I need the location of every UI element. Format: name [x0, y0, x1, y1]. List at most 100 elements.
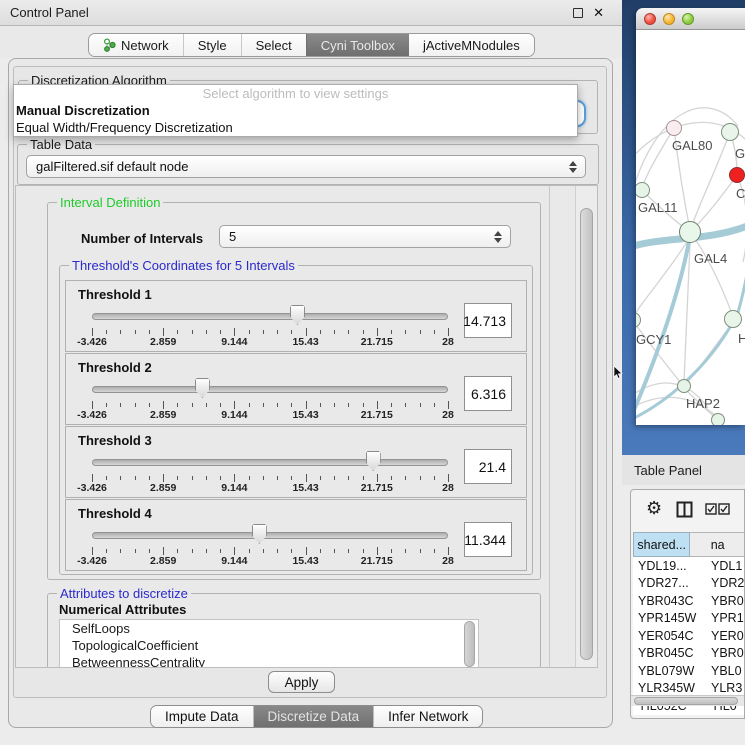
slider-handle[interactable]: [195, 378, 210, 398]
panel-title: Control Panel: [0, 5, 89, 20]
cell-shared-name[interactable]: YPR145W: [633, 611, 705, 625]
cell-name[interactable]: YER0: [705, 629, 745, 643]
tab-label: Cyni Toolbox: [321, 38, 395, 53]
tick-label: 2.859: [150, 482, 176, 494]
popup-option-manual[interactable]: Manual Discretization: [14, 102, 577, 119]
slider-handle[interactable]: [252, 524, 267, 544]
table-row[interactable]: YBL079WYBL0: [633, 662, 745, 680]
network-node-g[interactable]: [721, 123, 739, 141]
numerical-attributes-list: SelfLoopsTopologicalCoefficientBetweenne…: [59, 619, 479, 668]
column-header-name[interactable]: na: [690, 532, 745, 557]
cell-shared-name[interactable]: YDR27...: [633, 576, 705, 590]
checkbox-checked-icon[interactable]: [705, 503, 717, 515]
attribute-list-item[interactable]: BetweennessCentrality: [60, 654, 478, 668]
slider-track[interactable]: [92, 532, 448, 539]
tick-label: 15.43: [292, 482, 318, 494]
table-row[interactable]: YDL19...YDL1: [633, 557, 745, 575]
network-node-gal80[interactable]: [666, 120, 682, 136]
columns-icon[interactable]: [676, 501, 693, 518]
tick-label: 21.715: [361, 409, 393, 421]
cell-name[interactable]: YPR1: [705, 611, 745, 625]
threshold-rows: Threshold 1-3.4262.8599.14415.4321.71528…: [60, 266, 532, 574]
slider-track[interactable]: [92, 386, 448, 393]
cell-name[interactable]: YDR2: [705, 576, 745, 590]
minimize-traffic-light-icon[interactable]: [663, 13, 675, 25]
table-row[interactable]: YPR145WYPR1: [633, 610, 745, 628]
tab-style[interactable]: Style: [183, 34, 241, 56]
tick-label: 28: [442, 336, 454, 348]
node-label: HAP2: [686, 396, 720, 411]
number-of-intervals-combobox[interactable]: 5: [219, 225, 511, 248]
bottom-tab-impute-data[interactable]: Impute Data: [151, 706, 253, 727]
threshold-value-field[interactable]: 21.4: [464, 449, 512, 484]
horizontal-scrollbar-track[interactable]: [631, 695, 744, 706]
table-row[interactable]: YER054CYER0: [633, 627, 745, 645]
tab-network[interactable]: Network: [89, 34, 183, 56]
network-node-gal4[interactable]: [679, 221, 701, 243]
column-header-shared-name[interactable]: shared...: [633, 532, 690, 557]
close-icon[interactable]: ✕: [593, 7, 604, 20]
network-node-hap2[interactable]: [677, 379, 691, 393]
tab-cyni-toolbox[interactable]: Cyni Toolbox: [306, 34, 409, 56]
vertical-scrollbar-thumb[interactable]: [580, 208, 593, 660]
vertical-scrollbar-track[interactable]: [575, 186, 597, 667]
cell-shared-name[interactable]: YER054C: [633, 629, 705, 643]
cell-shared-name[interactable]: YBL079W: [633, 664, 705, 678]
attribute-list-item[interactable]: TopologicalCoefficient: [60, 637, 478, 654]
zoom-traffic-light-icon[interactable]: [682, 13, 694, 25]
float-window-icon[interactable]: [573, 8, 583, 18]
cell-shared-name[interactable]: YDL19...: [633, 559, 705, 573]
cell-name[interactable]: YBL0: [705, 664, 745, 678]
gear-icon[interactable]: ⚙: [646, 500, 662, 518]
network-window-titlebar[interactable]: [636, 8, 745, 30]
attributes-scrollbar-thumb[interactable]: [464, 621, 475, 667]
tab-jactivemnodules[interactable]: jActiveMNodules: [409, 34, 534, 56]
cell-shared-name[interactable]: YBR043C: [633, 594, 705, 608]
popup-placeholder: Select algorithm to view settings: [14, 85, 577, 102]
table-data-combobox[interactable]: galFiltered.sif default node: [26, 155, 586, 178]
tab-label: jActiveMNodules: [423, 38, 520, 53]
slider-handle[interactable]: [290, 305, 305, 325]
attribute-list-item[interactable]: SelfLoops: [60, 620, 478, 637]
slider-track[interactable]: [92, 313, 448, 320]
cell-shared-name[interactable]: YBR045C: [633, 646, 705, 660]
threshold-value-field[interactable]: 14.713: [464, 303, 512, 338]
network-canvas[interactable]: GAL80GCGAL11GAL4GCY1HHAP2: [636, 30, 745, 425]
cell-name[interactable]: YLR3: [705, 681, 745, 695]
tick-label: 9.144: [221, 336, 247, 348]
combo-spinner-icon[interactable]: [568, 160, 577, 174]
node-label: GCY1: [636, 332, 671, 347]
threshold-value-field[interactable]: 11.344: [464, 522, 512, 557]
network-node-h[interactable]: [724, 310, 742, 328]
slider-track[interactable]: [92, 459, 448, 466]
slider-tick-labels: -3.4262.8599.14415.4321.71528: [92, 336, 448, 348]
threshold-value-field[interactable]: 6.316: [464, 376, 512, 411]
network-window[interactable]: GAL80GCGAL11GAL4GCY1HHAP2: [636, 8, 745, 425]
control-panel-titlebar: Control Panel ✕: [0, 0, 622, 26]
cell-name[interactable]: YBR0: [705, 594, 745, 608]
horizontal-scrollbar-thumb[interactable]: [634, 697, 738, 705]
slider-handle[interactable]: [366, 451, 381, 471]
slider-ticks: [92, 401, 448, 409]
node-label: GAL11: [638, 200, 678, 215]
threshold-row-2: Threshold 2-3.4262.8599.14415.4321.71528…: [65, 353, 527, 425]
cell-shared-name[interactable]: YLR345W: [633, 681, 705, 695]
network-node[interactable]: [711, 413, 725, 425]
tick-label: 2.859: [150, 555, 176, 567]
table-row[interactable]: YBR043CYBR0: [633, 592, 745, 610]
network-icon: [103, 38, 116, 52]
checkbox-checked-icon[interactable]: [718, 503, 730, 515]
table-row[interactable]: YDR27...YDR2: [633, 575, 745, 593]
cell-name[interactable]: YDL1: [705, 559, 745, 573]
bottom-tab-discretize-data[interactable]: Discretize Data: [253, 706, 374, 727]
cell-name[interactable]: YBR0: [705, 646, 745, 660]
combo-spinner-icon[interactable]: [493, 230, 502, 244]
table-row[interactable]: YBR045CYBR0: [633, 645, 745, 663]
apply-button[interactable]: Apply: [268, 671, 335, 693]
close-traffic-light-icon[interactable]: [644, 13, 656, 25]
mouse-cursor: [613, 366, 623, 379]
popup-option-equal-width[interactable]: Equal Width/Frequency Discretization: [14, 119, 577, 136]
network-node-c[interactable]: [729, 167, 745, 183]
tab-select[interactable]: Select: [241, 34, 306, 56]
bottom-tab-infer-network[interactable]: Infer Network: [373, 706, 482, 727]
